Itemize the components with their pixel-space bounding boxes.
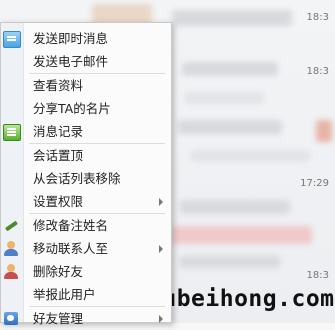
avatar: [316, 120, 332, 142]
submenu-arrow-icon: [159, 245, 163, 253]
menu-item-report-user[interactable]: 举报此用户: [1, 283, 171, 306]
menu-item-label: 修改备注姓名: [33, 218, 109, 233]
user-delete-icon: [3, 264, 19, 279]
chat-preview: [172, 10, 292, 26]
menu-item-send-email[interactable]: 发送电子邮件: [1, 50, 171, 73]
chat-time: 18:3: [306, 66, 329, 77]
message-log-icon: [3, 124, 21, 141]
chat-preview: [172, 226, 312, 244]
menu-item-label: 会话置顶: [33, 148, 84, 163]
menu-item-move-contact[interactable]: 移动联系人至: [1, 237, 171, 260]
chat-preview: [180, 256, 280, 268]
menu-item-edit-remark-name[interactable]: 修改备注姓名: [1, 214, 171, 237]
menu-item-pin-conversation[interactable]: 会话置顶: [1, 144, 171, 167]
menu-item-label: 从会话列表移除: [33, 171, 121, 186]
submenu-arrow-icon: [159, 315, 163, 323]
chat-preview: [178, 120, 282, 134]
menu-item-label: 发送电子邮件: [33, 54, 109, 69]
chat-time: 18:3: [306, 270, 329, 281]
chat-preview: [190, 150, 310, 162]
menu-item-delete-friend[interactable]: 删除好友: [1, 260, 171, 283]
chat-preview: [182, 62, 278, 76]
menu-item-label: 分享TA的名片: [33, 101, 111, 116]
menu-item-label: 移动联系人至: [33, 241, 109, 256]
chat-preview: [184, 92, 264, 104]
menu-item-label: 好友管理: [33, 311, 84, 326]
watermark: hubeihong.com: [148, 286, 335, 312]
menu-item-share-card[interactable]: 分享TA的名片: [1, 97, 171, 120]
menu-item-label: 发送即时消息: [33, 31, 109, 46]
contact-manage-icon: [3, 311, 19, 326]
menu-item-send-instant-message[interactable]: 发送即时消息: [1, 27, 171, 50]
chat-time: 18:3: [306, 12, 329, 23]
menu-item-friend-management[interactable]: 好友管理: [1, 307, 171, 330]
menu-item-remove-from-list[interactable]: 从会话列表移除: [1, 167, 171, 190]
menu-item-message-log[interactable]: 消息记录: [1, 120, 171, 143]
menu-item-set-permissions[interactable]: 设置权限: [1, 190, 171, 213]
user-move-icon: [3, 241, 19, 256]
menu-item-label: 删除好友: [33, 264, 84, 279]
menu-item-label: 查看资料: [33, 78, 84, 93]
submenu-arrow-icon: [159, 198, 163, 206]
chat-time: 17:29: [300, 178, 329, 189]
contact-context-menu: 发送即时消息 发送电子邮件 查看资料 分享TA的名片 消息记录 会话置顶 从会话…: [0, 22, 172, 326]
chat-bubble-icon: [3, 31, 21, 48]
chat-preview: [180, 200, 290, 214]
menu-item-label: 设置权限: [33, 194, 84, 209]
menu-item-label: 举报此用户: [33, 287, 96, 302]
pen-icon: [3, 218, 19, 233]
menu-item-label: 消息记录: [33, 124, 84, 139]
menu-item-view-profile[interactable]: 查看资料: [1, 74, 171, 97]
